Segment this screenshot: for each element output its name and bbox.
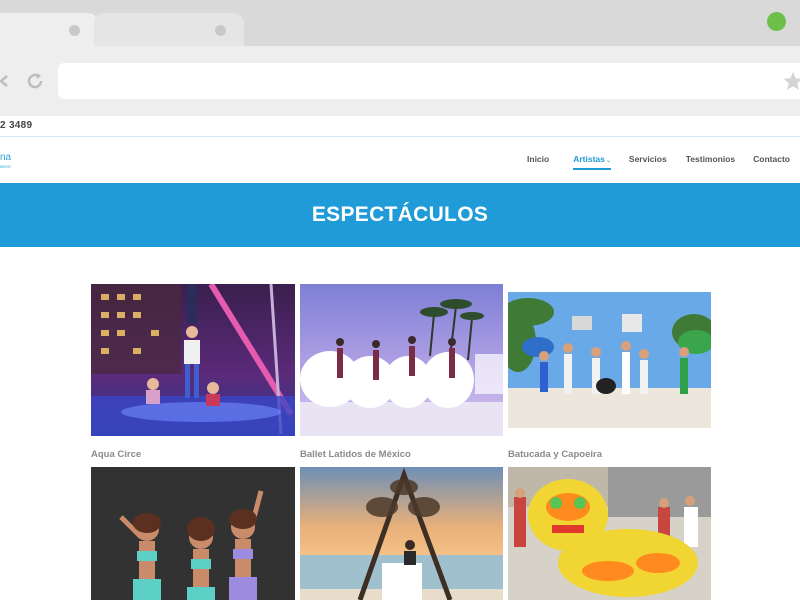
gallery-image-batucada[interactable] (508, 292, 711, 428)
status-indicator-icon (767, 12, 786, 31)
page-banner: ESPECTÁCULOS (0, 183, 800, 247)
gallery-image-lion-dance[interactable] (508, 467, 711, 600)
page-title: ESPECTÁCULOS (311, 203, 489, 226)
chevron-down-icon: ⌄ (605, 158, 611, 164)
tab-close-icon[interactable] (69, 25, 80, 36)
nav-item-servicios[interactable]: Servicios (629, 154, 667, 170)
gallery-caption[interactable]: Aqua Circe (91, 449, 141, 460)
gallery-image-aqua-circe[interactable] (91, 284, 295, 436)
phone-number[interactable]: 2 3489 (0, 120, 32, 131)
nav-item-testimonios[interactable]: Testimonios (686, 154, 735, 170)
contact-topbar (0, 116, 800, 137)
tab-close-icon[interactable] (215, 25, 226, 36)
star-icon[interactable] (782, 70, 800, 92)
nav-item-inicio[interactable]: Inicio (527, 154, 549, 170)
gallery-image-beach-ceremony[interactable] (300, 467, 503, 600)
address-bar[interactable] (58, 63, 800, 99)
back-arrow-icon[interactable] (0, 70, 16, 92)
gallery-image-belly-dance[interactable] (91, 467, 295, 600)
nav-item-artistas[interactable]: Artistas⌄ (573, 154, 611, 170)
logo-subtext: MENT (0, 164, 12, 169)
main-nav: Inicio Artistas⌄ Servicios Testimonios C… (527, 154, 790, 170)
gallery-caption[interactable]: Batucada y Capoeira (508, 449, 602, 460)
gallery-image-ballet[interactable] (300, 284, 503, 436)
logo-text: na (0, 152, 12, 163)
site-logo[interactable]: na MENT (0, 152, 12, 170)
browser-tab-active[interactable] (0, 13, 98, 46)
reload-icon[interactable] (24, 70, 46, 92)
nav-item-contacto[interactable]: Contacto (753, 154, 790, 170)
browser-tab[interactable] (94, 13, 244, 46)
gallery-caption[interactable]: Ballet Latidos de México (300, 449, 411, 460)
